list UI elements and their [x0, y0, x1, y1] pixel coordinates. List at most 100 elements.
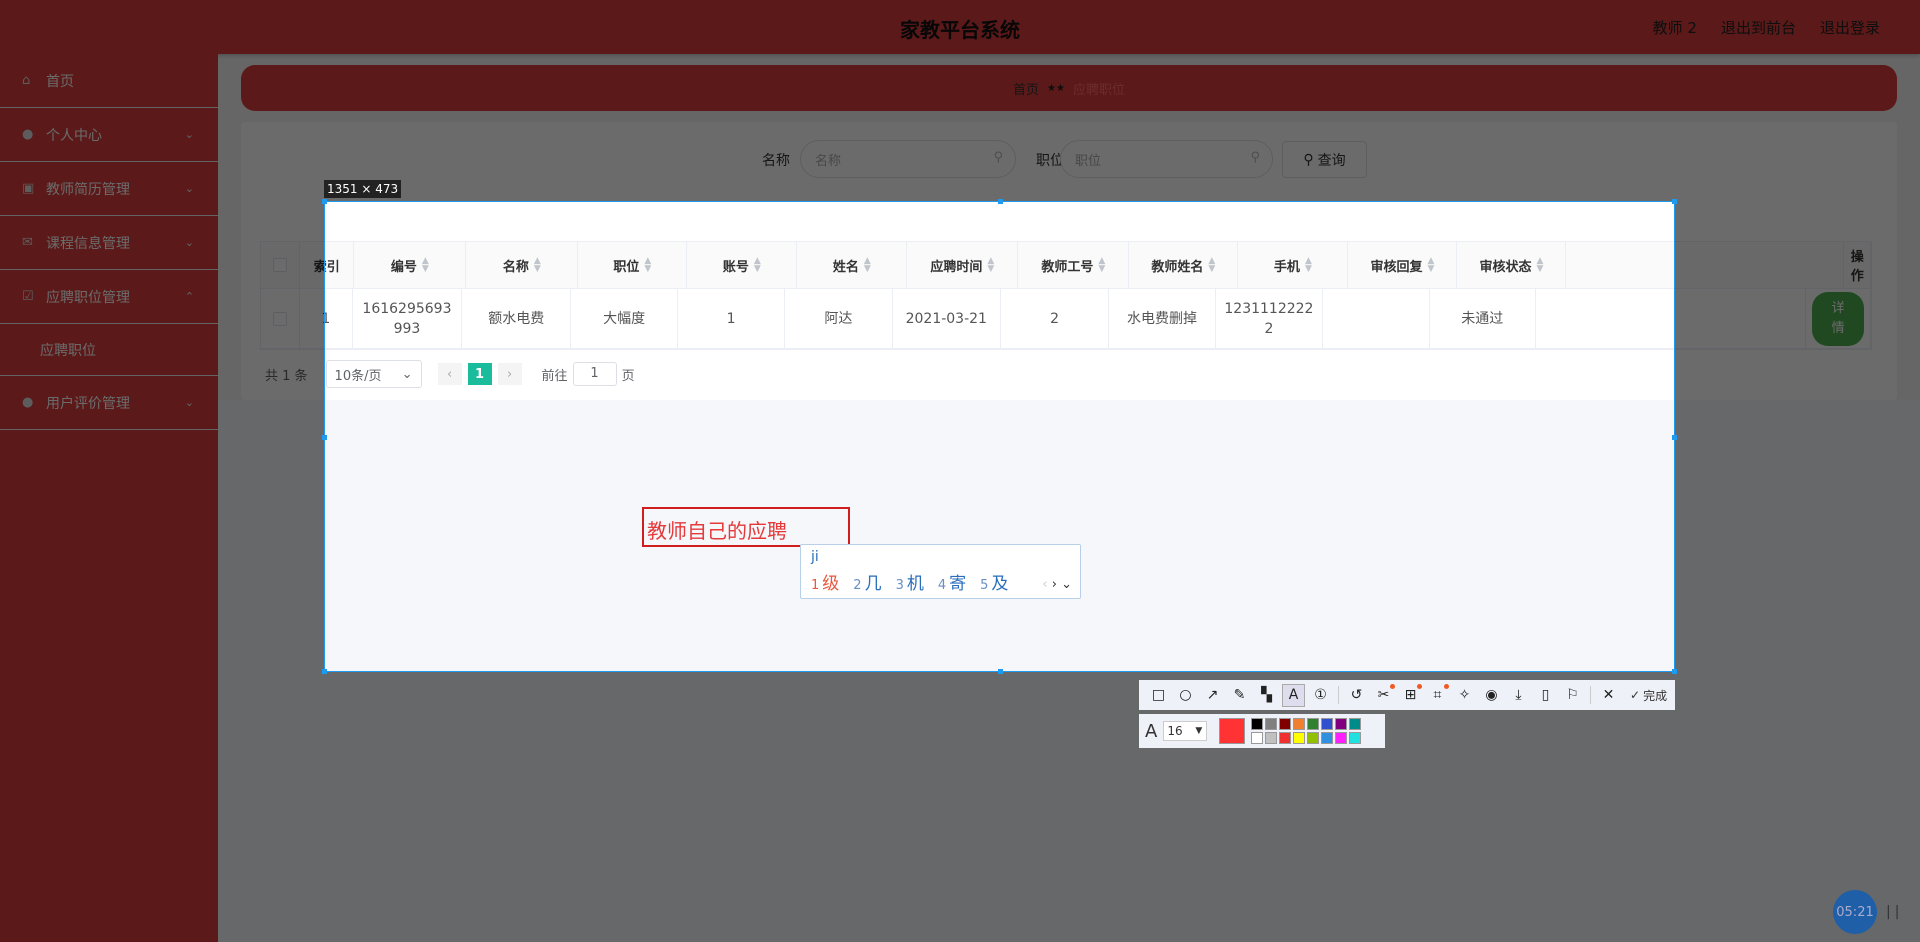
resize-handle[interactable]: [1672, 199, 1677, 204]
ime-candidate-text: 级: [822, 574, 840, 594]
phone-icon[interactable]: ▯: [1534, 684, 1557, 707]
rectangle-icon[interactable]: □: [1147, 684, 1170, 707]
total-count: 共 1 条: [265, 368, 308, 384]
resize-handle[interactable]: [998, 199, 1003, 204]
dropdown-arrow-icon: ▼: [1195, 726, 1203, 736]
color-swatch[interactable]: [1349, 732, 1362, 744]
column-header-label: 操作: [1850, 250, 1864, 284]
color-swatch[interactable]: [1321, 732, 1334, 744]
home-icon: ⌂: [22, 73, 31, 88]
color-swatch[interactable]: [1265, 732, 1278, 744]
annotation-text-box[interactable]: 教师自己的应聘: [642, 507, 850, 547]
color-swatch[interactable]: [1307, 718, 1320, 730]
text-tool-icon[interactable]: A: [1282, 683, 1305, 707]
record-icon[interactable]: ◉: [1480, 684, 1503, 707]
resize-handle[interactable]: [322, 435, 327, 440]
ime-expand-icon[interactable]: ⌄: [1061, 577, 1072, 592]
color-swatch[interactable]: [1321, 718, 1334, 730]
check-icon: ✓: [1630, 688, 1641, 702]
color-swatch[interactable]: [1279, 732, 1292, 744]
breadcrumb: 首页 ★★ 应聘职位: [241, 65, 1897, 111]
resize-handle[interactable]: [322, 199, 327, 204]
chevron-down-icon: ⌄: [184, 182, 194, 195]
resize-handle[interactable]: [322, 669, 327, 674]
logout-link[interactable]: 退出登录: [1820, 17, 1880, 38]
ime-candidate-window: ji 1级2几3机4寄5及 ‹ › ⌄: [800, 544, 1081, 599]
color-swatch[interactable]: [1307, 732, 1320, 744]
color-swatch[interactable]: [1293, 718, 1306, 730]
query-label: 查询: [1317, 152, 1346, 169]
ime-next-icon[interactable]: ›: [1052, 577, 1057, 592]
name-search-input[interactable]: 名称 ⚲: [800, 140, 1016, 178]
font-size-value: 16: [1167, 724, 1183, 738]
table-cell: 详情: [1806, 289, 1871, 349]
ime-candidate[interactable]: 4寄: [938, 569, 966, 594]
sidebar-item-home[interactable]: ⌂ 首页: [0, 54, 218, 108]
capture-selection[interactable]: [322, 199, 1677, 674]
sidebar-item-personal[interactable]: ● 个人中心 ⌄: [0, 108, 218, 162]
resize-handle[interactable]: [998, 669, 1003, 674]
briefcase-icon: ▣: [22, 181, 35, 196]
user-icon: ●: [22, 395, 34, 410]
sidebar-item-apply[interactable]: ☑ 应聘职位管理 ⌃: [0, 270, 218, 324]
exit-to-front-link[interactable]: 退出到前台: [1721, 17, 1796, 38]
recording-timer[interactable]: 05:21: [1833, 890, 1877, 934]
close-icon[interactable]: ✕: [1597, 684, 1620, 707]
sidebar-item-resume[interactable]: ▣ 教师简历管理 ⌄: [0, 162, 218, 216]
download-icon[interactable]: ⤓: [1507, 684, 1530, 707]
position-search-input[interactable]: 职位 ⚲: [1060, 140, 1273, 178]
ime-candidate[interactable]: 3机: [896, 569, 924, 594]
translate-icon[interactable]: ⊞: [1399, 683, 1422, 707]
pencil-icon[interactable]: ✎: [1228, 684, 1251, 707]
color-swatch[interactable]: [1251, 718, 1264, 730]
ime-prev-icon[interactable]: ‹: [1042, 577, 1047, 592]
sidebar: ⌂ 首页 ● 个人中心 ⌄ ▣ 教师简历管理 ⌄ ✉ 课程信息管理 ⌄ ☑ 应聘职位管理 ⌃ 应聘…: [0, 54, 218, 942]
color-swatch[interactable]: [1293, 732, 1306, 744]
sidebar-item-reviews[interactable]: ● 用户评价管理 ⌄: [0, 376, 218, 430]
query-button[interactable]: ⚲ 查询: [1282, 141, 1367, 178]
sidebar-item-label: 用户评价管理: [46, 395, 130, 412]
color-swatch[interactable]: [1349, 718, 1362, 730]
undo-icon[interactable]: ↺: [1345, 684, 1368, 707]
color-swatch[interactable]: [1251, 732, 1264, 744]
breadcrumb-home[interactable]: 首页: [1013, 79, 1039, 98]
row-checkbox[interactable]: [272, 311, 287, 326]
breadcrumb-current: 应聘职位: [1072, 82, 1125, 98]
font-size-select[interactable]: 16 ▼: [1163, 721, 1208, 741]
resize-handle[interactable]: [1672, 435, 1677, 440]
bookmark-icon[interactable]: ⚐: [1561, 684, 1584, 707]
ime-candidate[interactable]: 5及: [980, 569, 1008, 594]
done-button[interactable]: ✓ 完成: [1630, 687, 1667, 704]
ime-candidate[interactable]: 1级: [811, 569, 839, 594]
position-placeholder: 职位: [1075, 154, 1102, 169]
chevron-down-icon: ⌄: [184, 396, 194, 409]
ime-candidate-text: 寄: [949, 574, 967, 594]
sidebar-subitem-apply-position[interactable]: 应聘职位: [0, 324, 218, 376]
search-icon: ⚲: [1303, 151, 1314, 168]
row-checkbox-cell: [261, 289, 300, 349]
color-swatch[interactable]: [1335, 718, 1348, 730]
resize-handle[interactable]: [1672, 669, 1677, 674]
ellipse-icon[interactable]: ○: [1174, 684, 1197, 707]
color-swatch[interactable]: [1279, 718, 1292, 730]
mosaic-icon[interactable]: ▚: [1255, 684, 1278, 707]
ocr-icon[interactable]: ⌗: [1426, 683, 1449, 707]
arrow-icon[interactable]: ↗: [1201, 684, 1224, 707]
current-color-swatch[interactable]: [1219, 718, 1246, 744]
number-marker-icon[interactable]: ①: [1309, 684, 1332, 707]
color-swatch[interactable]: [1335, 732, 1348, 744]
chevron-down-icon: ⌄: [184, 236, 194, 249]
sidebar-item-course[interactable]: ✉ 课程信息管理 ⌄: [0, 216, 218, 270]
user-icon: ●: [22, 127, 34, 142]
select-all-checkbox[interactable]: [273, 258, 288, 272]
pin-icon[interactable]: ✧: [1453, 684, 1476, 707]
color-swatch[interactable]: [1265, 718, 1278, 730]
ime-candidate[interactable]: 2几: [853, 569, 881, 594]
pause-icon[interactable]: ||: [1886, 904, 1903, 920]
ime-candidate-number: 1: [811, 578, 820, 593]
scissors-icon[interactable]: ✂: [1372, 683, 1395, 707]
search-icon: ⚲: [993, 150, 1003, 165]
font-icon: A: [1145, 720, 1158, 742]
detail-button[interactable]: 详情: [1812, 291, 1864, 346]
search-icon: ⚲: [1250, 150, 1260, 165]
